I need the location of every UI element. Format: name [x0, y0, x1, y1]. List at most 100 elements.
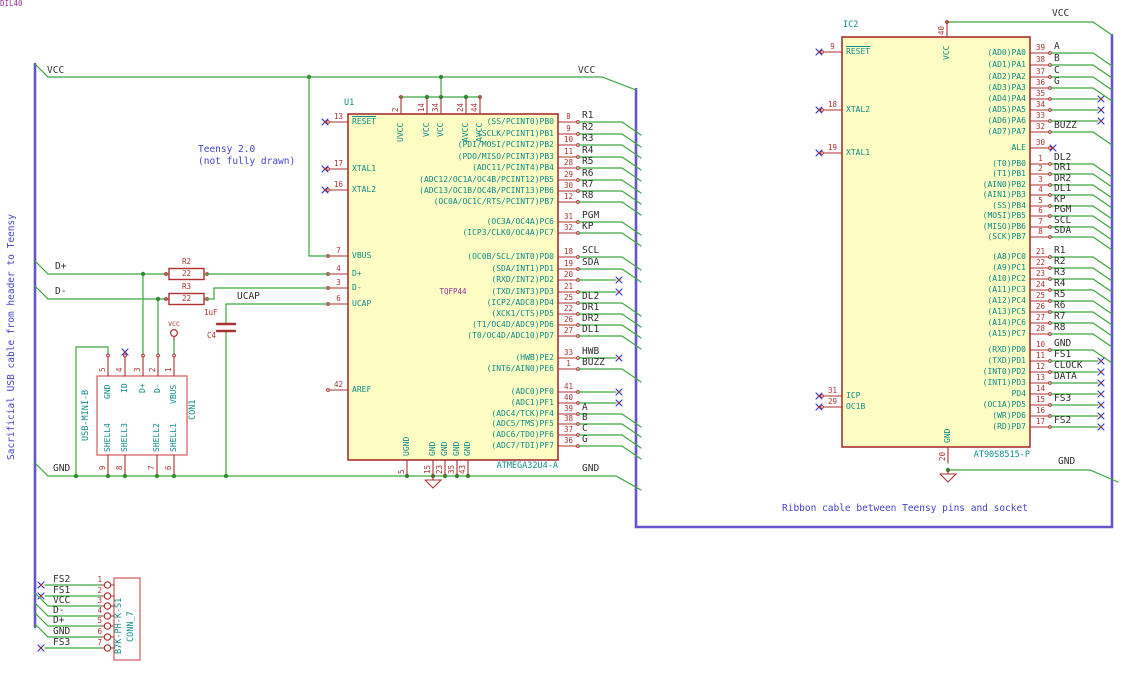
net-label-R6[interactable]: R6: [582, 169, 593, 179]
net-label-SDA[interactable]: SDA: [1054, 226, 1071, 236]
net-label-VCC[interactable]: VCC: [1052, 9, 1069, 19]
connector-pad: [103, 581, 112, 589]
net-label-R5[interactable]: R5: [1054, 290, 1065, 300]
wire-A: [578, 413, 642, 428]
R3-reference[interactable]: R3: [169, 283, 204, 291]
u1-pin-number: 4: [336, 264, 341, 273]
net-label-VCC[interactable]: VCC: [47, 66, 64, 76]
ic2-reference[interactable]: IC2: [843, 21, 858, 30]
net-label-R8[interactable]: R8: [582, 191, 593, 201]
conn7-reference[interactable]: CONN_7: [126, 611, 136, 642]
net-label-R7[interactable]: R7: [582, 180, 593, 190]
pin-end: [617, 356, 621, 360]
net-label-BUZZ[interactable]: BUZZ: [582, 358, 605, 368]
c4-reference[interactable]: C4: [207, 332, 216, 340]
net-label-B[interactable]: B: [1054, 54, 1060, 64]
u1-pin-number: 19: [563, 259, 574, 268]
net-label-DR1[interactable]: DR1: [582, 303, 599, 313]
pin-end: [323, 167, 327, 171]
net-label-KP[interactable]: KP: [582, 222, 593, 232]
net-label-G[interactable]: G: [582, 435, 588, 445]
u1-value[interactable]: ATMEGA32U4-A: [478, 462, 558, 471]
net-label-C[interactable]: C: [1054, 66, 1060, 76]
net-label-DATA[interactable]: DATA: [1054, 372, 1077, 382]
net-label-R2[interactable]: R2: [582, 123, 593, 133]
net-label-DR1[interactable]: DR1: [1054, 163, 1071, 173]
teensy-note-line1[interactable]: Teensy 2.0: [198, 145, 255, 155]
net-label-SCL[interactable]: SCL: [582, 246, 599, 256]
net-label-GND[interactable]: GND: [582, 464, 599, 474]
pin-end: [617, 390, 621, 394]
net-label-DL1[interactable]: DL1: [582, 325, 599, 335]
net-label-R6[interactable]: R6: [1054, 301, 1065, 311]
ic2-pin-name: OC1B: [846, 402, 866, 411]
net-label-R4[interactable]: R4: [1054, 279, 1065, 289]
net-label-D+[interactable]: D+: [55, 262, 66, 272]
u1-reference[interactable]: U1: [344, 99, 354, 108]
net-label-D+[interactable]: D+: [53, 616, 64, 626]
net-label-A[interactable]: A: [1054, 42, 1060, 52]
u1-pin-number: 6: [336, 294, 341, 303]
u1-pin-name: (ADC4/TCK)PF4: [491, 409, 554, 418]
con1-value[interactable]: USB-MINI-B: [81, 390, 91, 441]
u1-pin-number: 36: [563, 436, 574, 445]
net-label-R5[interactable]: R5: [582, 157, 593, 167]
pin-end: [1048, 146, 1052, 150]
ic2-value[interactable]: AT90S8515-P: [950, 451, 1030, 460]
net-label-C[interactable]: C: [582, 424, 588, 434]
net-label-PGM[interactable]: PGM: [1054, 205, 1071, 215]
net-label-GND[interactable]: GND: [53, 627, 70, 637]
ic2-pin-number: 10: [1035, 340, 1046, 349]
net-label-GND[interactable]: GND: [1058, 457, 1075, 467]
u1-pin-number: 25: [563, 293, 574, 302]
usb-cable-note[interactable]: Sacrificial USB cable from header to Tee…: [6, 214, 17, 460]
net-label-D-[interactable]: D-: [55, 287, 66, 297]
net-label-PGM[interactable]: PGM: [582, 211, 599, 221]
ic2-pin-name: (T1)PB1: [992, 169, 1026, 178]
net-label-FS3[interactable]: FS3: [1054, 394, 1071, 404]
net-label-DR2[interactable]: DR2: [582, 314, 599, 324]
con1-pin-number: 4: [115, 367, 124, 372]
net-label-G[interactable]: G: [1054, 77, 1060, 87]
pin-end: [820, 394, 824, 398]
net-label-GND[interactable]: GND: [1054, 339, 1071, 349]
ic2-pin-number: 36: [1035, 78, 1046, 87]
net-label-R1[interactable]: R1: [1054, 246, 1065, 256]
R2-reference[interactable]: R2: [169, 258, 204, 266]
net-label-R8[interactable]: R8: [1054, 323, 1065, 333]
net-label-CLOCK[interactable]: CLOCK: [1054, 361, 1083, 371]
net-label-R7[interactable]: R7: [1054, 312, 1065, 322]
vcc-power-flag[interactable]: VCC: [163, 321, 185, 328]
net-label-R4[interactable]: R4: [582, 146, 593, 156]
net-label-DL2[interactable]: DL2: [582, 292, 599, 302]
pin-end: [820, 405, 824, 409]
gnd-net-right: [947, 469, 1119, 483]
u1-pin-name: (ADC7/TDI)PF7: [491, 441, 554, 450]
net-label-GND[interactable]: GND: [53, 464, 70, 474]
ic2-pin-number: 33: [1035, 111, 1046, 120]
net-label-UCAP[interactable]: UCAP: [237, 292, 260, 302]
net-label-FS2[interactable]: FS2: [53, 575, 70, 585]
conn7-value[interactable]: B7K-PH-K-S1: [114, 598, 124, 654]
net-label-DL1[interactable]: DL1: [1054, 184, 1071, 194]
net-label-R3[interactable]: R3: [1054, 268, 1065, 278]
net-label-FS1[interactable]: FS1: [1054, 350, 1071, 360]
net-label-FS2[interactable]: FS2: [1054, 416, 1071, 426]
con1-reference[interactable]: CON1: [188, 400, 198, 420]
con1-pin-name: VBUS: [169, 384, 178, 404]
net-label-R1[interactable]: R1: [582, 111, 593, 121]
net-label-R3[interactable]: R3: [582, 134, 593, 144]
ic2-pin-name: (AIN1)PB3: [982, 190, 1026, 199]
ic2-pin-number: 3: [1038, 175, 1043, 184]
net-label-BUZZ[interactable]: BUZZ: [1054, 121, 1077, 131]
u1-pin-name: AREF: [352, 385, 372, 394]
ribbon-cable-note[interactable]: Ribbon cable between Teensy pins and soc…: [782, 504, 1028, 514]
teensy-note-line2[interactable]: (not fully drawn): [198, 157, 295, 167]
ic2-pin-number: 11: [1035, 351, 1046, 360]
net-label-R2[interactable]: R2: [1054, 257, 1065, 267]
net-label-HWB[interactable]: HWB: [582, 347, 599, 357]
net-label-B[interactable]: B: [582, 413, 588, 423]
net-label-SDA[interactable]: SDA: [582, 258, 599, 268]
net-label-FS3[interactable]: FS3: [53, 638, 70, 648]
net-label-VCC[interactable]: VCC: [578, 66, 595, 76]
